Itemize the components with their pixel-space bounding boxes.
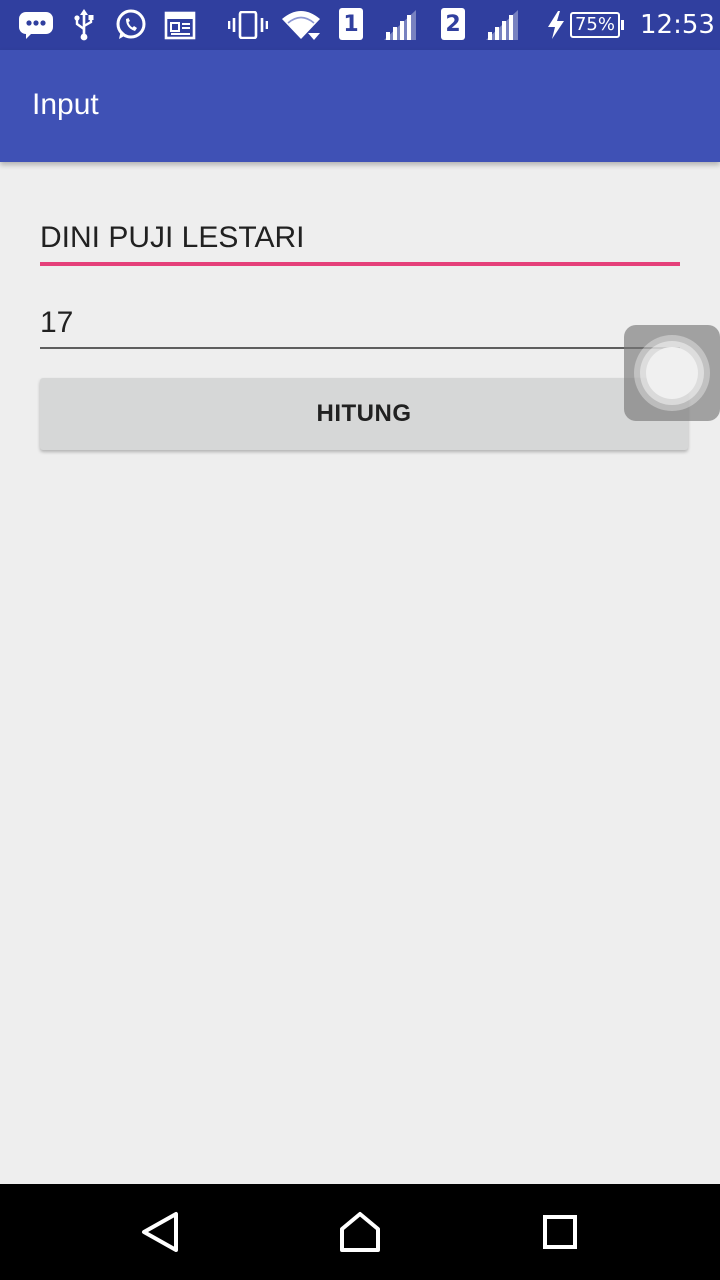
sim2-signal-icon (486, 9, 518, 41)
name-input[interactable] (40, 218, 680, 258)
sim1-signal-icon (384, 9, 416, 41)
assistive-touch-button[interactable] (624, 325, 720, 421)
recents-icon[interactable] (536, 1208, 584, 1256)
age-input-underline (40, 347, 680, 349)
vibrate-icon (228, 9, 268, 41)
whatsapp-icon (114, 9, 148, 41)
app-bar: Input (0, 50, 720, 162)
assistive-touch-icon (646, 347, 698, 399)
status-time: 12:53 (640, 10, 715, 40)
screen: 1 2 75% 12:53 Input DINI PUJI LESTARI 17… (0, 0, 720, 1280)
navigation-bar (0, 1184, 720, 1280)
calendar-icon (164, 9, 196, 41)
back-icon[interactable] (136, 1208, 184, 1256)
page-title: Input (32, 88, 99, 121)
age-input[interactable] (40, 303, 680, 343)
name-field (40, 218, 680, 266)
charging-icon (546, 9, 566, 41)
wifi-icon (280, 9, 322, 41)
messenger-icon (18, 9, 56, 41)
sim1-badge: 1 (339, 8, 363, 40)
status-bar: 1 2 75% 12:53 (0, 0, 720, 50)
sim2-badge: 2 (441, 8, 465, 40)
battery-icon: 75% (570, 12, 624, 38)
usb-icon (72, 9, 96, 41)
age-field (40, 303, 680, 349)
home-icon[interactable] (336, 1208, 384, 1256)
hitung-button[interactable]: HITUNG (40, 378, 688, 450)
name-input-underline (40, 262, 680, 266)
